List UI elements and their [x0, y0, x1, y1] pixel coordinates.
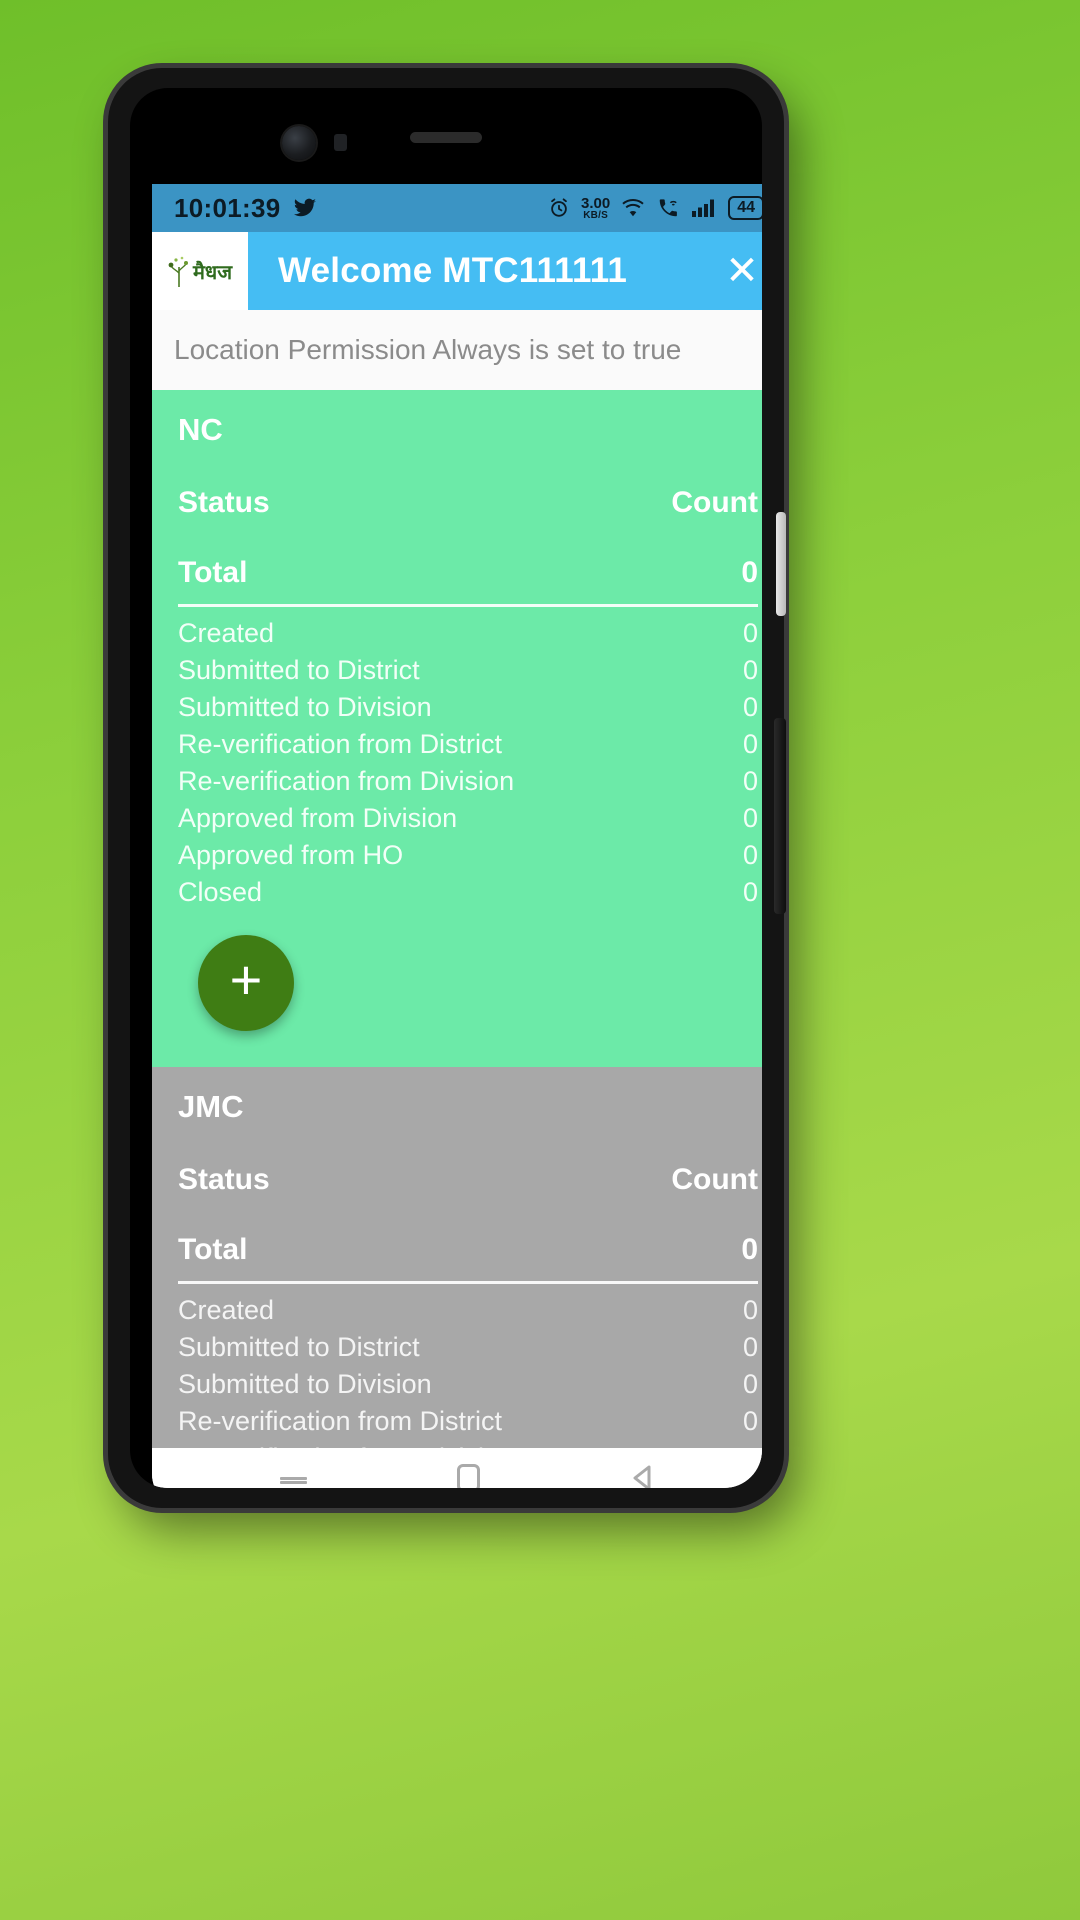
vowifi-call-icon [656, 197, 680, 219]
alarm-clock-icon [548, 197, 570, 219]
table-row[interactable]: Submitted to District 0 [178, 1329, 758, 1366]
phone-device-frame: 10:01:39 3.00 KB/S 44 मैधज Welcome MTC11… [108, 68, 784, 1508]
row-label: Submitted to District [178, 655, 420, 685]
table-row[interactable]: Closed 0 [178, 874, 758, 911]
proximity-sensor-icon [334, 134, 347, 151]
status-bar-left: 10:01:39 [174, 193, 317, 224]
row-label: Created [178, 1295, 275, 1325]
table-row[interactable]: Submitted to Division 0 [178, 1366, 758, 1403]
location-permission-banner: Location Permission Always is set to tru… [152, 310, 762, 390]
volume-up-button[interactable] [776, 512, 786, 616]
total-value: 0 [741, 1233, 758, 1266]
close-button[interactable]: ✕ [700, 232, 762, 310]
plus-icon: + [229, 948, 263, 1011]
network-speed-value: 3.00 [581, 194, 611, 212]
row-value: 0 [742, 618, 758, 648]
row-label: Approved from Division [178, 803, 458, 833]
app-logo-text: मैधज [192, 259, 233, 284]
add-button[interactable]: + [198, 935, 294, 1031]
home-square-icon[interactable] [457, 1464, 480, 1488]
header-status-label: Status [178, 486, 270, 519]
row-value: 0 [742, 766, 758, 796]
total-label: Total [178, 1233, 248, 1266]
row-value: 0 [742, 840, 758, 870]
back-triangle-icon[interactable] [630, 1464, 656, 1488]
row-value: 0 [742, 1406, 758, 1436]
row-label: Submitted to Division [178, 692, 432, 722]
cellular-signal-icon [691, 198, 717, 218]
twitter-bird-icon [293, 196, 317, 220]
app-screen: 10:01:39 3.00 KB/S 44 मैधज Welcome MTC11… [152, 184, 762, 1488]
card-header-nc: Status Count [178, 486, 758, 520]
table-row[interactable]: Re-verification from District 0 [178, 726, 758, 763]
table-row[interactable]: Submitted to Division 0 [178, 689, 758, 726]
power-button[interactable] [774, 718, 786, 914]
app-logo: मैधज [152, 232, 248, 310]
table-row[interactable]: Re-verification from District 0 [178, 1403, 758, 1440]
table-row[interactable]: Created 0 [178, 1292, 758, 1329]
card-header-jmc: Status Count [178, 1163, 758, 1197]
status-bar: 10:01:39 3.00 KB/S 44 [152, 184, 762, 232]
page-title: Welcome MTC111111 [278, 251, 628, 290]
row-label: Created [178, 618, 275, 648]
row-value: 0 [742, 655, 758, 685]
table-row[interactable]: Submitted to District 0 [178, 652, 758, 689]
table-row[interactable]: Re-verification from Division 0 [178, 763, 758, 800]
network-speed-indicator: 3.00 KB/S [581, 196, 610, 221]
total-value: 0 [741, 556, 758, 589]
card-title-nc: NC [178, 412, 223, 447]
row-label: Submitted to District [178, 1332, 420, 1362]
card-title-jmc: JMC [178, 1089, 244, 1124]
row-value: 0 [742, 1295, 758, 1325]
recents-menu-icon[interactable] [280, 1473, 307, 1488]
table-row[interactable]: Created 0 [178, 615, 758, 652]
battery-status-badge: 44 [728, 196, 762, 220]
network-speed-unit: KB/S [583, 209, 608, 221]
row-value: 0 [742, 877, 758, 907]
app-bar: मैधज Welcome MTC111111 ✕ [152, 232, 762, 310]
stat-card-nc: NC Status Count Total 0 Created 0 Submitt… [152, 390, 762, 1067]
phone-screen-bezel: 10:01:39 3.00 KB/S 44 मैधज Welcome MTC11… [130, 88, 762, 1488]
row-label: Closed [178, 877, 263, 907]
plant-logo-icon: मैधज [168, 254, 232, 288]
status-bar-right: 3.00 KB/S 44 [548, 196, 762, 221]
stat-card-jmc: JMC Status Count Total 0 Created 0 Submit… [152, 1067, 762, 1477]
android-navigation-bar [152, 1448, 762, 1488]
earpiece-speaker [410, 132, 482, 143]
row-label: Approved from HO [178, 840, 404, 870]
front-camera-icon [282, 126, 316, 160]
total-label: Total [178, 556, 248, 589]
row-value: 0 [742, 1332, 758, 1362]
row-label: Re-verification from Division [178, 766, 515, 796]
row-value: 0 [742, 729, 758, 759]
row-label: Re-verification from District [178, 1406, 503, 1436]
table-row[interactable]: Approved from HO 0 [178, 837, 758, 874]
card-total-nc: Total 0 [178, 556, 758, 604]
row-value: 0 [742, 692, 758, 722]
table-row[interactable]: Approved from Division 0 [178, 800, 758, 837]
header-status-label: Status [178, 1163, 270, 1196]
header-count-label: Count [671, 1163, 758, 1196]
card-divider [178, 604, 758, 607]
card-divider [178, 1281, 758, 1284]
row-value: 0 [742, 803, 758, 833]
card-total-jmc: Total 0 [178, 1233, 758, 1281]
status-bar-clock: 10:01:39 [174, 192, 281, 223]
row-value: 0 [742, 1369, 758, 1399]
header-count-label: Count [671, 486, 758, 519]
row-label: Re-verification from District [178, 729, 503, 759]
row-label: Submitted to Division [178, 1369, 432, 1399]
wifi-icon [621, 198, 645, 218]
